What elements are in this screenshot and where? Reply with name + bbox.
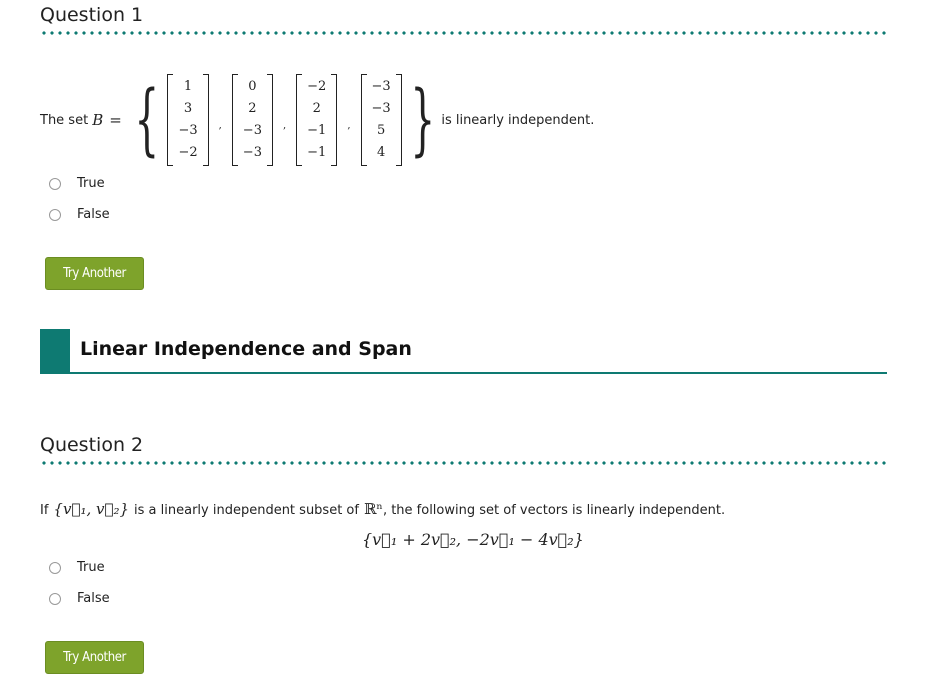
vector-3: −2 2 −1 −1 xyxy=(296,74,338,166)
prompt-if: If xyxy=(40,503,49,518)
vector-entry: −3 xyxy=(242,123,262,138)
vector-2: 0 2 −3 −3 xyxy=(231,74,273,166)
equals-sign: = xyxy=(109,111,122,129)
comma: , xyxy=(347,119,351,131)
option-label: False xyxy=(77,207,110,222)
vector-entry: −1 xyxy=(307,123,327,138)
try-another-button[interactable]: Try Another xyxy=(45,257,144,290)
prompt-prefix: The set xyxy=(40,112,89,128)
vector-entry: 2 xyxy=(248,101,257,116)
vector-entry: −1 xyxy=(307,145,327,160)
set-symbol: B xyxy=(92,111,104,129)
question-1-divider xyxy=(40,31,886,35)
vector-entry: 3 xyxy=(183,101,193,116)
vector-entry: −3 xyxy=(178,123,198,138)
comma: , xyxy=(282,119,287,131)
question-1-title: Question 1 xyxy=(40,4,144,26)
section-title: Linear Independence and Span xyxy=(80,338,412,360)
comma: , xyxy=(218,119,222,131)
real-space: ℝⁿ xyxy=(363,500,383,518)
option-false[interactable]: False xyxy=(49,591,110,606)
display-math: {v⃗₁ + 2v⃗₂, −2v⃗₁ − 4v⃗₂} xyxy=(362,530,584,549)
vector-entry: 0 xyxy=(248,79,257,94)
radio-button[interactable] xyxy=(49,561,61,574)
prompt-end: , the following set of vectors is linear… xyxy=(382,503,726,518)
right-brace: } xyxy=(410,75,435,165)
radio-button[interactable] xyxy=(49,592,61,605)
vector-entry: 1 xyxy=(183,79,193,94)
radio-button[interactable] xyxy=(49,177,61,190)
vector-entry: −3 xyxy=(242,145,262,160)
section-underline xyxy=(40,372,887,374)
question-2-divider xyxy=(40,461,886,465)
vector-entry: −2 xyxy=(307,79,327,94)
vector-4: −3 −3 5 4 xyxy=(360,74,402,166)
radio-button[interactable] xyxy=(49,208,61,221)
question-2-title: Question 2 xyxy=(40,434,144,456)
prompt-suffix: is linearly independent. xyxy=(441,112,595,128)
left-brace: { xyxy=(134,75,160,165)
option-label: True xyxy=(77,560,105,575)
question-2-prompt: If {v⃗₁, v⃗₂} is a linearly independent … xyxy=(40,500,725,518)
vector-entry: −2 xyxy=(178,145,198,160)
vector-entry: 2 xyxy=(312,101,321,116)
option-label: True xyxy=(77,176,105,191)
try-another-button[interactable]: Try Another xyxy=(45,641,144,674)
question-1-prompt: The set B = { 1 3 −3 −2 , 0 2 −3 −3 , −2… xyxy=(40,70,594,170)
section-accent-bar xyxy=(40,329,70,373)
vector-entry: −3 xyxy=(371,101,391,116)
option-true[interactable]: True xyxy=(49,176,105,191)
prompt-middle: is a linearly independent subset of xyxy=(134,503,359,518)
vector-set: {v⃗₁, v⃗₂} xyxy=(53,500,130,518)
vector-entry: 4 xyxy=(376,145,386,160)
vector-entry: −3 xyxy=(371,79,391,94)
vector-1: 1 3 −3 −2 xyxy=(167,74,209,166)
vector-entry: 5 xyxy=(376,123,386,138)
option-false[interactable]: False xyxy=(49,207,110,222)
option-label: False xyxy=(77,591,110,606)
option-true[interactable]: True xyxy=(49,560,105,575)
